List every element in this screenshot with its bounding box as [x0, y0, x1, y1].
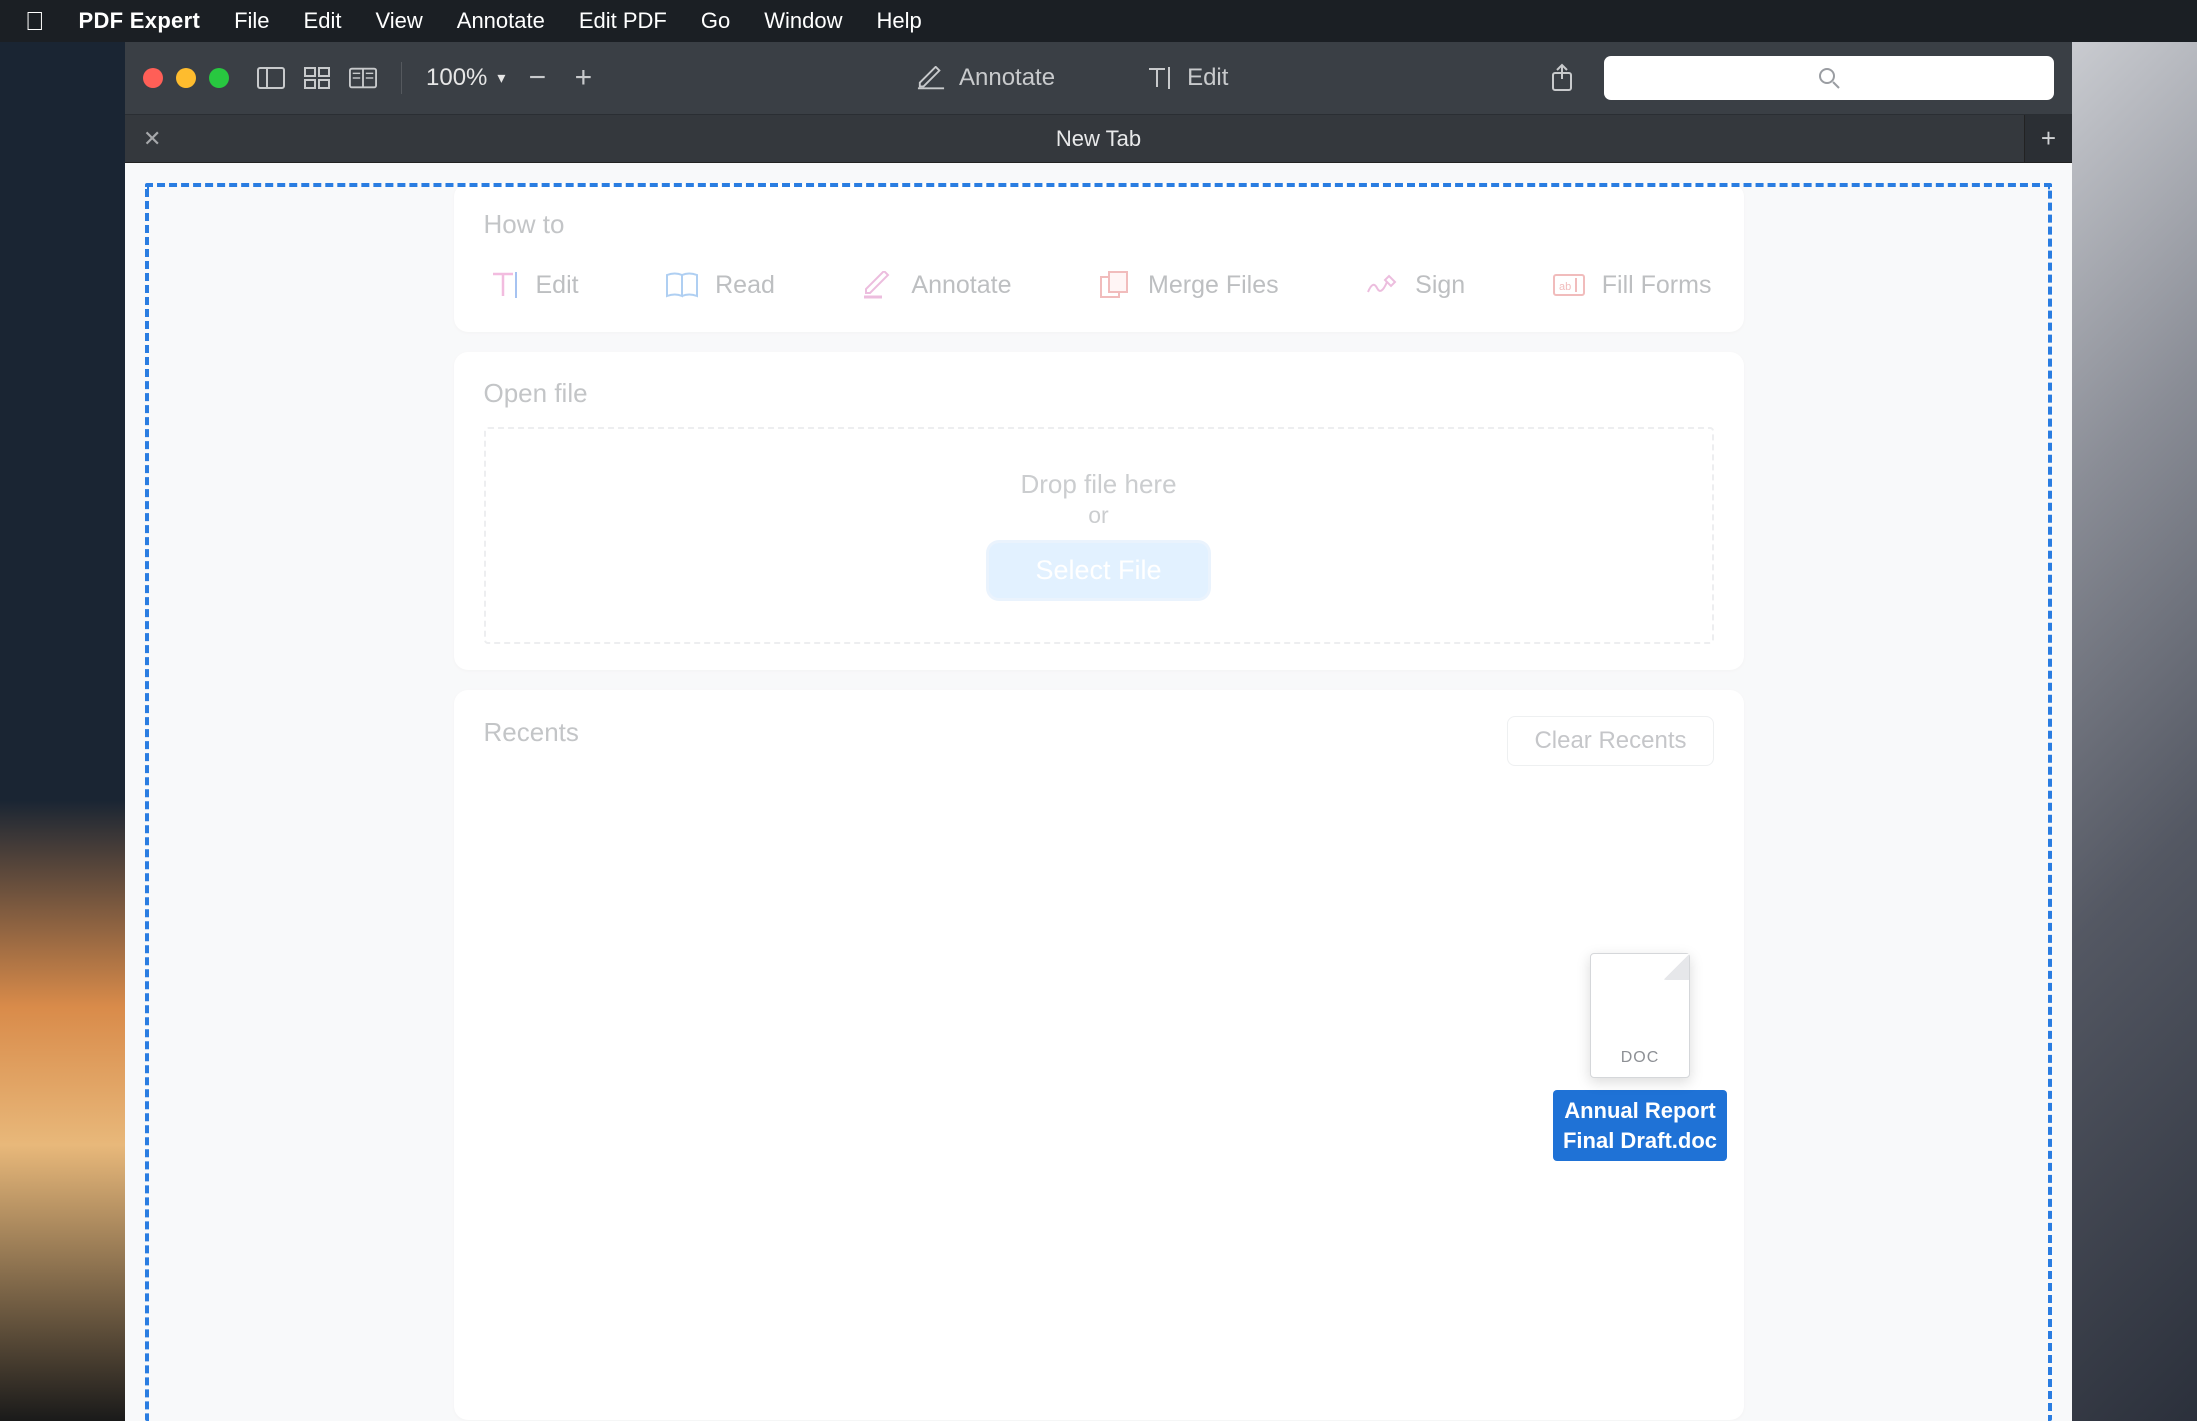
toolbar-divider [401, 62, 402, 94]
howto-edit[interactable]: Edit [486, 268, 579, 302]
menu-window[interactable]: Window [764, 8, 842, 34]
openfile-heading: Open file [484, 378, 1714, 409]
window-toolbar: 100% ▾ − + Annotate Edit [125, 42, 2072, 115]
howto-sign[interactable]: Sign [1365, 268, 1465, 302]
sidebar-toggle-icon[interactable] [257, 64, 285, 92]
two-page-view-icon[interactable] [349, 64, 377, 92]
howto-fill-forms[interactable]: ab Fill Forms [1552, 268, 1712, 302]
form-field-icon: ab [1552, 268, 1586, 302]
tab-add-button[interactable]: + [2024, 115, 2072, 162]
share-icon[interactable] [1548, 64, 1576, 92]
menu-file[interactable]: File [234, 8, 269, 34]
zoom-value: 100% [426, 64, 487, 92]
chevron-down-icon: ▾ [497, 68, 505, 88]
grid-view-icon[interactable] [303, 64, 331, 92]
clear-recents-button[interactable]: Clear Recents [1507, 716, 1713, 766]
search-input[interactable] [1604, 56, 2054, 100]
tab-bar: ✕ New Tab + [125, 115, 2072, 163]
howto-sign-label: Sign [1415, 271, 1465, 300]
howto-panel: How to Edit Read Annotate Merge Files [454, 183, 1744, 332]
zoom-in-button[interactable]: + [569, 61, 597, 95]
drop-zone[interactable]: Drop file here or Select File [484, 427, 1714, 644]
traffic-lights [143, 68, 229, 88]
menu-go[interactable]: Go [701, 8, 730, 34]
edit-text-icon [1145, 64, 1173, 92]
text-edit-icon [486, 268, 520, 302]
tab-title: New Tab [1056, 126, 1141, 152]
edit-mode-label: Edit [1187, 64, 1228, 92]
menu-edit-pdf[interactable]: Edit PDF [579, 8, 667, 34]
howto-heading: How to [484, 209, 1714, 240]
book-icon [665, 268, 699, 302]
howto-merge-label: Merge Files [1148, 271, 1279, 300]
howto-read[interactable]: Read [665, 268, 775, 302]
window-minimize-button[interactable] [176, 68, 196, 88]
recents-heading: Recents [484, 717, 579, 748]
menu-help[interactable]: Help [876, 8, 921, 34]
app-name[interactable]: PDF Expert [79, 8, 201, 34]
menu-edit[interactable]: Edit [304, 8, 342, 34]
desktop-wallpaper-left [0, 42, 125, 1421]
howto-read-label: Read [715, 271, 775, 300]
signature-icon [1365, 268, 1399, 302]
svg-text:ab: ab [1559, 281, 1571, 293]
howto-merge[interactable]: Merge Files [1098, 268, 1279, 302]
drop-or-text: or [486, 502, 1712, 529]
content-area: How to Edit Read Annotate Merge Files [125, 163, 2072, 1421]
app-window: 100% ▾ − + Annotate Edit [125, 42, 2072, 1421]
window-zoom-button[interactable] [209, 68, 229, 88]
zoom-control[interactable]: 100% ▾ [426, 64, 505, 92]
menu-view[interactable]: View [375, 8, 422, 34]
window-close-button[interactable] [143, 68, 163, 88]
howto-fill-label: Fill Forms [1602, 271, 1712, 300]
howto-annotate[interactable]: Annotate [861, 268, 1011, 302]
apple-menu-icon[interactable]:  [25, 6, 45, 37]
select-file-button[interactable]: Select File [989, 543, 1207, 598]
howto-annotate-label: Annotate [911, 271, 1011, 300]
drop-text: Drop file here [486, 469, 1712, 500]
menu-annotate[interactable]: Annotate [457, 8, 545, 34]
search-icon [1818, 67, 1840, 89]
annotate-pen-icon [917, 64, 945, 92]
howto-edit-label: Edit [536, 271, 579, 300]
highlighter-icon [861, 268, 895, 302]
annotate-mode-label: Annotate [959, 64, 1055, 92]
openfile-panel: Open file Drop file here or Select File [454, 352, 1744, 670]
macos-menubar:  PDF Expert File Edit View Annotate Edi… [0, 0, 2197, 42]
merge-files-icon [1098, 268, 1132, 302]
zoom-out-button[interactable]: − [523, 61, 551, 95]
tab-close-button[interactable]: ✕ [143, 126, 161, 152]
annotate-mode-button[interactable]: Annotate [917, 64, 1055, 92]
edit-mode-button[interactable]: Edit [1145, 64, 1228, 92]
desktop-wallpaper-right [2072, 42, 2197, 1421]
recents-panel: Recents Clear Recents [454, 690, 1744, 1420]
